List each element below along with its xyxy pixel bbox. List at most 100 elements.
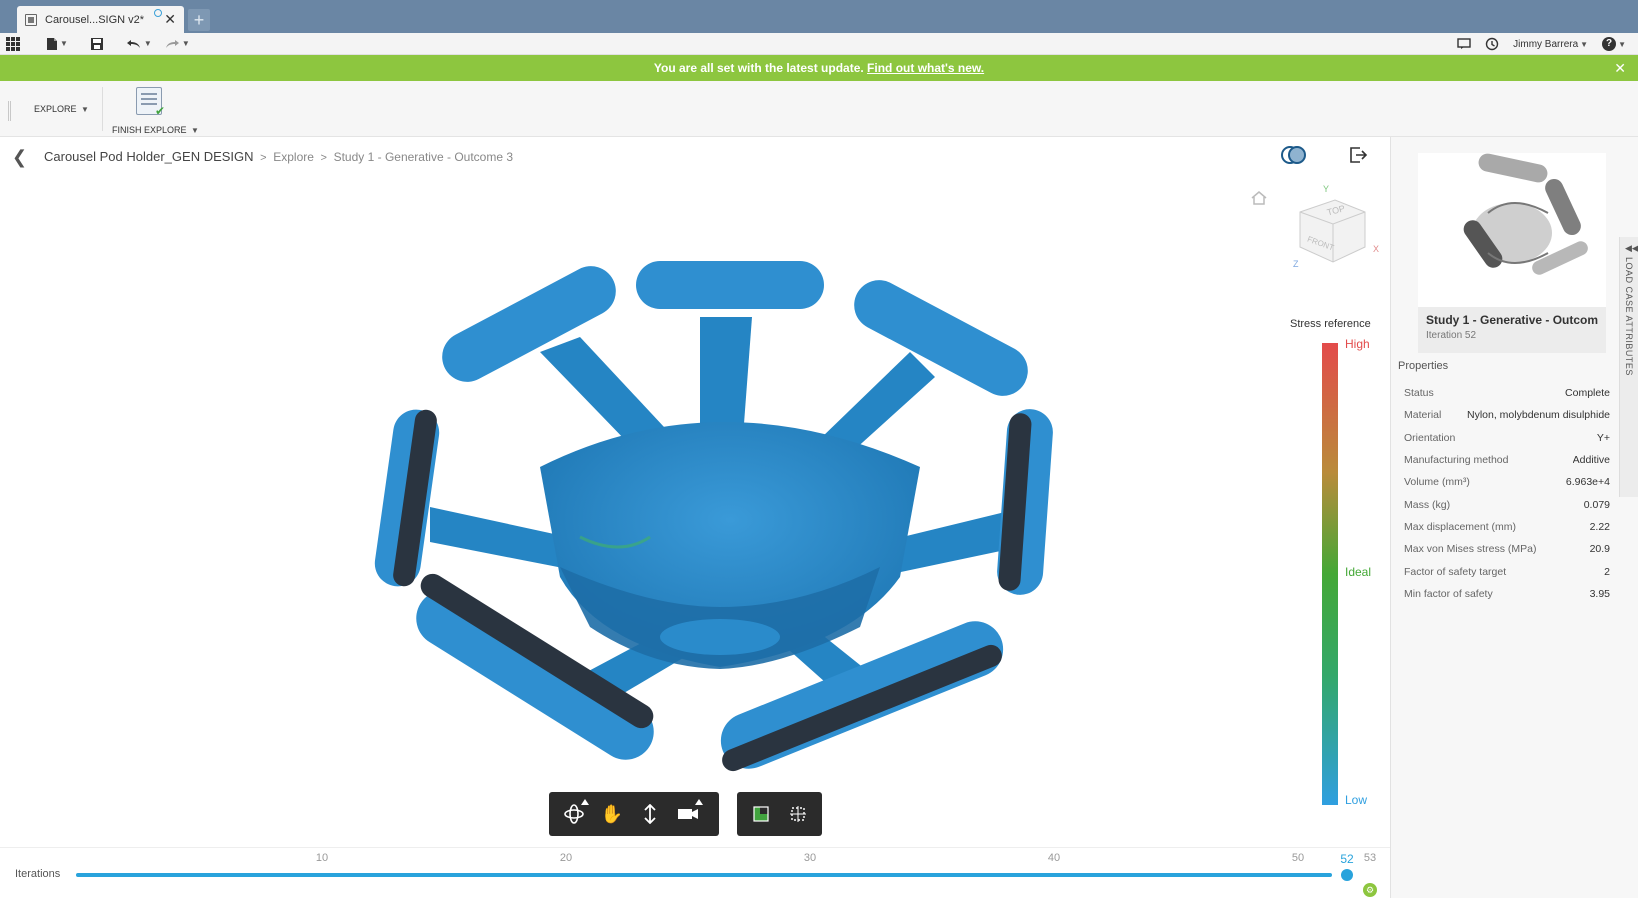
property-key: Max von Mises stress (MPa) bbox=[1404, 543, 1537, 556]
property-value: 2 bbox=[1604, 565, 1610, 578]
property-row: Status Complete bbox=[1398, 382, 1616, 404]
sync-status-icon bbox=[154, 9, 162, 17]
ribbon-grip[interactable] bbox=[8, 101, 11, 121]
property-key: Manufacturing method bbox=[1404, 454, 1509, 467]
chevron-down-icon: ▼ bbox=[191, 126, 199, 135]
file-menu-button[interactable]: ▼ bbox=[40, 33, 74, 55]
property-key: Factor of safety target bbox=[1404, 565, 1507, 578]
property-row: Mass (kg) 0.079 bbox=[1398, 493, 1616, 515]
property-value: Complete bbox=[1565, 387, 1610, 400]
ribbon-divider bbox=[102, 87, 103, 131]
ribbon: EXPLORE ▼ FINISH EXPLORE ▼ bbox=[0, 81, 1638, 137]
redo-button[interactable]: ▼ bbox=[158, 33, 196, 55]
axis-z-label: Z bbox=[1293, 259, 1299, 269]
user-account-menu[interactable]: Jimmy Barrera ▼ bbox=[1513, 39, 1588, 50]
workspace-label: EXPLORE bbox=[34, 104, 77, 114]
section-analysis-button[interactable] bbox=[782, 797, 815, 831]
double-chevron-left-icon: ◀◀ bbox=[1625, 243, 1638, 253]
help-menu[interactable]: ? ▼ bbox=[1602, 37, 1626, 51]
chevron-down-icon: ▼ bbox=[1580, 39, 1589, 49]
property-key: Status bbox=[1404, 387, 1434, 400]
viewcube[interactable]: TOP FRONT Y X Z bbox=[1285, 182, 1385, 272]
breadcrumb-bar: ❮ Carousel Pod Holder_GEN DESIGN > Explo… bbox=[0, 137, 1390, 177]
chevron-down-icon: ▼ bbox=[1618, 39, 1626, 49]
property-key: Max displacement (mm) bbox=[1404, 520, 1517, 533]
user-name: Jimmy Barrera bbox=[1513, 38, 1579, 50]
property-value: 3.95 bbox=[1589, 587, 1610, 600]
axis-y-label: Y bbox=[1323, 184, 1329, 194]
property-row: Orientation Y+ bbox=[1398, 427, 1616, 449]
property-value: Nylon, molybdenum disulphide bbox=[1467, 409, 1610, 422]
breadcrumb-item-explore[interactable]: Explore bbox=[273, 150, 314, 164]
properties-heading: Properties bbox=[1398, 360, 1449, 372]
stress-color-scale bbox=[1322, 343, 1338, 805]
property-value: 0.079 bbox=[1583, 498, 1610, 511]
exit-explore-icon[interactable] bbox=[1348, 145, 1368, 165]
load-case-attributes-tab[interactable]: ◀◀ LOAD CASE ATTRIBUTES bbox=[1619, 237, 1638, 497]
chevron-down-icon: ▼ bbox=[181, 39, 190, 48]
property-value: 6.963e+4 bbox=[1565, 476, 1610, 489]
outcome-title: Study 1 - Generative - Outcom... bbox=[1426, 313, 1598, 327]
generative-model[interactable] bbox=[0, 177, 1390, 847]
back-arrow-icon[interactable]: ❮ bbox=[12, 147, 27, 168]
chevron-down-icon: ▼ bbox=[143, 39, 152, 48]
breadcrumb-item-outcome: Study 1 - Generative - Outcome 3 bbox=[333, 150, 514, 164]
zoom-button[interactable] bbox=[633, 797, 667, 831]
navigation-toolbar: ✋ bbox=[549, 792, 719, 836]
home-icon[interactable] bbox=[1250, 189, 1268, 207]
new-tab-button[interactable]: + bbox=[188, 9, 210, 31]
workspace-switcher[interactable]: EXPLORE ▼ bbox=[34, 104, 89, 114]
property-row: Material Nylon, molybdenum disulphide bbox=[1398, 404, 1616, 426]
save-icon bbox=[90, 37, 103, 50]
property-row: Max von Mises stress (MPa) 20.9 bbox=[1398, 538, 1616, 560]
outcome-iteration: Iteration 52 bbox=[1426, 330, 1477, 341]
property-row: Manufacturing method Additive bbox=[1398, 449, 1616, 471]
pan-button[interactable]: ✋ bbox=[595, 797, 629, 831]
stress-legend-title: Stress reference bbox=[1290, 318, 1371, 330]
iterations-slider-track[interactable] bbox=[76, 873, 1332, 877]
update-banner: You are all set with the latest update. … bbox=[0, 55, 1638, 81]
undo-button[interactable]: ▼ bbox=[120, 33, 158, 55]
whats-new-link[interactable]: Find out what's new. bbox=[867, 61, 984, 75]
model-base bbox=[660, 619, 780, 655]
quick-access-toolbar: ▼ ▼ ▼ Jimmy Barrera ▼ ? ▼ bbox=[0, 33, 1638, 55]
3d-viewport[interactable]: TOP FRONT Y X Z Stress reference High Id… bbox=[0, 177, 1390, 847]
timeline-tick: 20 bbox=[559, 852, 573, 864]
properties-list: Status Complete Material Nylon, molybdenum… bbox=[1398, 382, 1616, 605]
display-settings-icon bbox=[753, 806, 769, 822]
breadcrumb-separator: > bbox=[260, 152, 267, 164]
camera-button[interactable] bbox=[671, 797, 705, 831]
close-tab-icon[interactable]: ✕ bbox=[164, 11, 176, 28]
file-icon bbox=[47, 37, 57, 50]
breadcrumb-separator: > bbox=[320, 152, 327, 164]
zoom-arrows-icon bbox=[644, 804, 656, 824]
property-key: Min factor of safety bbox=[1404, 587, 1493, 600]
save-button[interactable] bbox=[84, 33, 110, 55]
property-key: Volume (mm³) bbox=[1404, 476, 1470, 489]
help-icon: ? bbox=[1602, 37, 1617, 51]
redo-icon bbox=[165, 39, 179, 48]
property-value: 20.9 bbox=[1589, 543, 1610, 556]
document-tab[interactable]: Carousel...SIGN v2* ✕ bbox=[17, 6, 184, 33]
section-icon bbox=[789, 806, 806, 822]
display-toolbar bbox=[737, 792, 822, 836]
orbit-button[interactable] bbox=[557, 797, 591, 831]
timeline-max-tick: 53 bbox=[1363, 852, 1377, 864]
property-key: Material bbox=[1404, 409, 1442, 422]
property-key: Mass (kg) bbox=[1404, 498, 1451, 511]
grid-icon bbox=[6, 36, 20, 51]
compare-icon[interactable] bbox=[1281, 146, 1306, 164]
property-value: Additive bbox=[1572, 454, 1610, 467]
data-panel-button[interactable] bbox=[0, 33, 26, 55]
finish-explore-button[interactable]: FINISH EXPLORE ▼ bbox=[112, 125, 199, 135]
finish-explore-icon[interactable] bbox=[136, 87, 165, 118]
display-settings-button[interactable] bbox=[745, 797, 778, 831]
iterations-slider-handle[interactable] bbox=[1341, 869, 1353, 881]
title-bar: Carousel...SIGN v2* ✕ + bbox=[0, 0, 1638, 33]
chevron-down-icon: ▼ bbox=[81, 105, 89, 114]
breadcrumb-root[interactable]: Carousel Pod Holder_GEN DESIGN bbox=[44, 149, 254, 164]
notifications-icon[interactable] bbox=[1457, 38, 1471, 50]
job-status-icon[interactable] bbox=[1485, 37, 1499, 51]
close-banner-icon[interactable]: ✕ bbox=[1614, 55, 1626, 81]
undo-icon bbox=[126, 39, 140, 48]
